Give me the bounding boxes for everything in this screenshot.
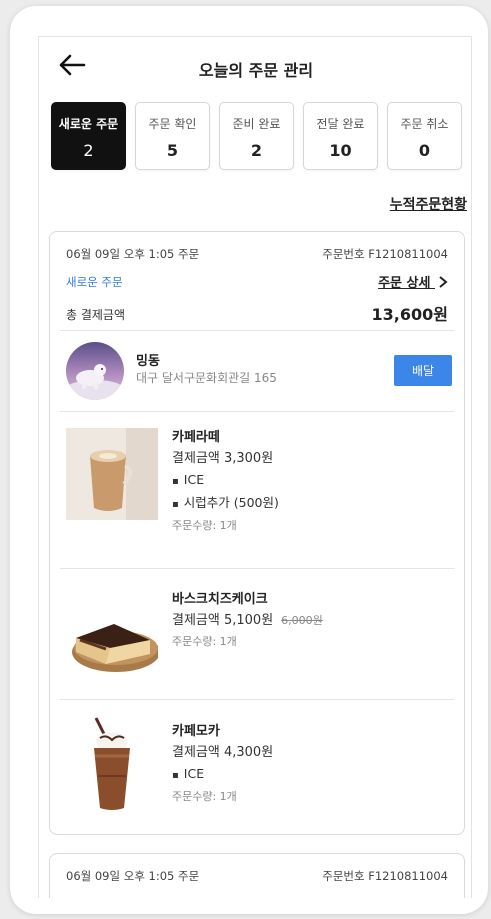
order-number: 주문번호 F1210811004 [322, 247, 448, 261]
tab-delivered[interactable]: 전달 완료 10 [303, 102, 378, 170]
item-price: 결제금액 5,100원 6,000원 [172, 610, 323, 631]
tab-count: 0 [418, 141, 431, 160]
total-label: 총 결제금액 [66, 308, 126, 322]
order-detail-label: 주문 상세 [378, 276, 431, 291]
app-screen: 오늘의 주문 관리 새로운 주문 2 주문 확인 5 준비 완료 2 전달 완료… [38, 36, 472, 898]
tab-label: 전달 완료 [316, 117, 365, 131]
tab-count: 2 [83, 141, 94, 160]
item-name: 카페라떼 [172, 430, 220, 445]
divider [60, 330, 454, 331]
order-status: 새로운 주문 [66, 275, 123, 289]
order-datetime: 06월 09일 오후 1:05 주문 [66, 247, 200, 261]
item-quantity: 주문수량: 1개 [172, 635, 237, 648]
tab-label: 주문 취소 [400, 117, 449, 131]
item-name: 카페모카 [172, 724, 220, 739]
item-option: ICE [172, 763, 273, 786]
chevron-right-icon [439, 276, 448, 288]
order-meta-row: 06월 09일 오후 1:05 주문 주문번호 F1210811004 [66, 868, 448, 884]
item-price: 결제금액 4,300원 [172, 745, 274, 760]
order-number: 주문번호 F1210811004 [322, 869, 448, 883]
tab-cancelled[interactable]: 주문 취소 0 [387, 102, 462, 170]
customer-name: 밍동 [136, 354, 160, 369]
cafe-mocha-image [66, 716, 158, 816]
cumulative-orders-link[interactable]: 누적주문현황 [390, 194, 467, 214]
item-original-price: 6,000원 [281, 614, 323, 627]
order-total-row: 총 결제금액 13,600원 [66, 305, 448, 324]
order-card: 06월 09일 오후 1:05 주문 주문번호 F1210811004 새로운 … [49, 231, 465, 835]
device-frame: 오늘의 주문 관리 새로운 주문 2 주문 확인 5 준비 완료 2 전달 완료… [10, 6, 488, 914]
tab-label: 준비 완료 [232, 117, 281, 131]
basque-cheesecake-image [66, 594, 160, 686]
tab-new-orders[interactable]: 새로운 주문 2 [51, 102, 126, 170]
item-price-value: 결제금액 5,100원 [172, 613, 274, 628]
header: 오늘의 주문 관리 [39, 37, 471, 97]
cafe-latte-image [66, 428, 158, 520]
order-detail-link[interactable]: 주문 상세 [378, 272, 448, 291]
item-quantity: 주문수량: 1개 [172, 519, 237, 532]
tab-count: 10 [329, 141, 352, 160]
item-price: 결제금액 3,300원 [172, 451, 274, 466]
order-status-row: 새로운 주문 주문 상세 [66, 272, 448, 291]
tab-label: 새로운 주문 [58, 117, 119, 131]
divider [60, 568, 454, 569]
order-card: 06월 09일 오후 1:05 주문 주문번호 F1210811004 [49, 853, 465, 898]
item-text: 바스크치즈케이크 결제금액 5,100원 6,000원 주문수량: 1개 [172, 590, 323, 653]
customer-avatar [66, 342, 124, 400]
divider [60, 699, 454, 700]
divider [60, 411, 454, 412]
tab-label: 주문 확인 [148, 117, 197, 131]
order-meta-row: 06월 09일 오후 1:05 주문 주문번호 F1210811004 [66, 246, 448, 262]
item-quantity: 주문수량: 1개 [172, 790, 237, 803]
page-title: 오늘의 주문 관리 [198, 61, 314, 80]
item-text: 카페라떼 결제금액 3,300원 ICE 시럽추가 (500원) 주문수량: 1… [172, 428, 279, 537]
tab-count: 2 [250, 141, 263, 160]
deliver-button[interactable]: 배달 [394, 355, 452, 386]
tab-order-confirmed[interactable]: 주문 확인 5 [135, 102, 210, 170]
item-text: 카페모카 결제금액 4,300원 ICE 주문수량: 1개 [172, 722, 273, 808]
customer-address: 대구 달서구문화회관길 165 [136, 371, 277, 385]
item-name: 바스크치즈케이크 [172, 592, 268, 607]
item-option: 시럽추가 (500원) [172, 492, 279, 515]
tab-count: 5 [166, 141, 179, 160]
order-status-tabs: 새로운 주문 2 주문 확인 5 준비 완료 2 전달 완료 10 주문 취소 … [51, 102, 463, 172]
total-value: 13,600원 [371, 305, 448, 324]
tab-ready[interactable]: 준비 완료 2 [219, 102, 294, 170]
order-datetime: 06월 09일 오후 1:05 주문 [66, 869, 200, 883]
item-option: ICE [172, 469, 279, 492]
